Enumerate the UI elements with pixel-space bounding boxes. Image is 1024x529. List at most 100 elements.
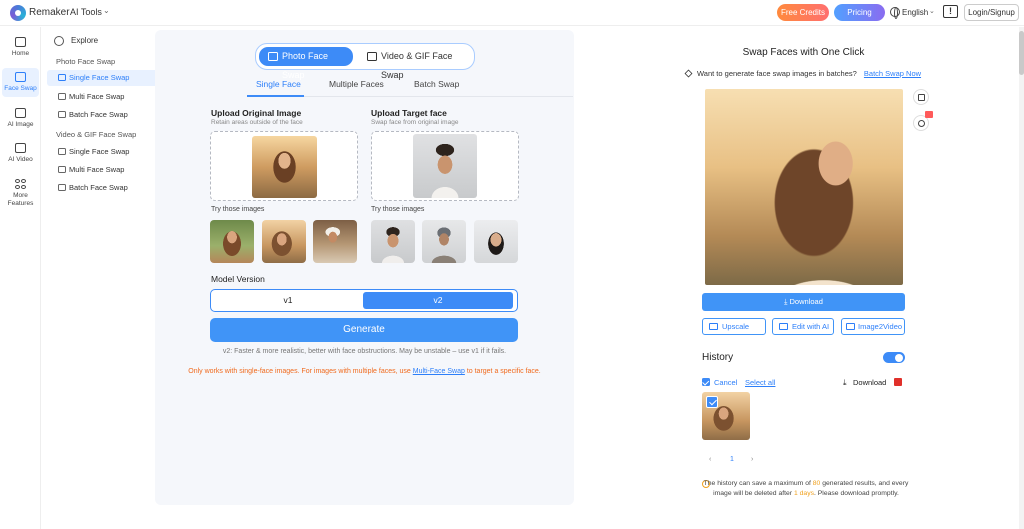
history-title: History [702, 352, 734, 363]
model-v2-option[interactable]: v2 [363, 292, 513, 309]
active-tab-indicator [247, 95, 304, 97]
face-icon [58, 74, 66, 81]
menu-item-label: Batch Face Swap [69, 110, 128, 119]
brand-name[interactable]: Remaker [29, 7, 70, 18]
multi-face-icon [58, 166, 66, 173]
history-select-checkbox[interactable] [702, 378, 710, 386]
generate-button[interactable]: Generate [210, 318, 518, 342]
tab-batch-swap[interactable]: Batch Swap [414, 79, 459, 89]
image2video-button[interactable]: Image2Video [841, 318, 905, 335]
rail-item-home[interactable]: Home [2, 37, 39, 63]
upscale-button[interactable]: Upscale [702, 318, 766, 335]
download-label: Download [789, 297, 823, 306]
compare-icon [918, 94, 925, 101]
sample-original-image[interactable] [313, 220, 357, 263]
result-title: Swap Faces with One Click [742, 47, 865, 58]
mode-label: Photo Face Swap [282, 51, 329, 80]
rail-item-face-swap[interactable]: Face Swap [2, 68, 39, 97]
history-toggle[interactable] [883, 352, 905, 363]
rail-label: AI Video [8, 156, 33, 163]
side-menu: Explore Photo Face Swap Single Face Swap… [42, 27, 187, 529]
download-result-button[interactable]: ⤓ Download [702, 293, 905, 311]
upload-target-subtitle: Swap face from original image [371, 119, 459, 126]
result-panel: Swap Faces with One Click Want to genera… [575, 27, 1024, 529]
model-version-label: Model Version [211, 274, 265, 284]
rail-item-ai-video[interactable]: AI Video [2, 143, 39, 167]
batch-icon [58, 184, 66, 191]
batch-swap-now-link[interactable]: Batch Swap Now [864, 69, 921, 78]
sample-target-face[interactable] [474, 220, 518, 263]
mode-label: Video & GIF Face Swap [381, 51, 453, 80]
info-text: . Please download promptly. [814, 489, 899, 497]
mode-switch: Photo Face Swap Video & GIF Face Swap [255, 43, 475, 80]
multi-face-icon [58, 93, 66, 100]
menu-item-label: Batch Face Swap [69, 183, 128, 192]
page-scrollbar[interactable] [1019, 27, 1024, 529]
video-icon [15, 143, 26, 153]
menu-item-label: Single Face Swap [69, 147, 130, 156]
tab-single-face[interactable]: Single Face [256, 79, 301, 89]
free-credits-button[interactable]: Free Credits [777, 4, 829, 21]
tab-multiple-faces[interactable]: Multiple Faces [329, 79, 384, 89]
upload-original-subtitle: Retain areas outside of the face [211, 119, 303, 126]
history-download-button[interactable]: ⤓ Download [843, 378, 886, 387]
language-selector[interactable]: English [902, 8, 928, 17]
result-image[interactable] [705, 89, 903, 285]
sample-original-image[interactable] [262, 220, 306, 263]
face-swap-editor: Photo Face Swap Video & GIF Face Swap Si… [155, 30, 574, 505]
warning-text: Only works with single-face images. For … [188, 368, 413, 375]
remaker-logo-icon[interactable] [10, 5, 26, 21]
history-thumbnail-checkbox[interactable] [706, 396, 718, 408]
batch-icon [58, 111, 66, 118]
photo-face-swap-mode-button[interactable]: Photo Face Swap [259, 47, 353, 80]
rail-item-more-features[interactable]: More Features [2, 179, 39, 209]
original-image-dropzone[interactable] [210, 131, 358, 201]
share-icon [918, 120, 925, 127]
chevron-down-icon[interactable]: ⌄ [103, 6, 110, 15]
edit-with-ai-label: Edit with AI [792, 322, 830, 331]
history-select-all-link[interactable]: Select all [745, 378, 775, 387]
target-face-dropzone[interactable] [371, 131, 519, 201]
pager-prev[interactable]: ‹ [709, 456, 711, 463]
rail-item-ai-image[interactable]: AI Image [2, 108, 39, 132]
sample-target-face[interactable] [371, 220, 415, 263]
left-icon-rail: Home Face Swap AI Image AI Video More Fe… [0, 27, 41, 529]
try-images-label: Try those images [371, 206, 425, 213]
ai-tools-menu[interactable]: AI Tools [70, 7, 102, 17]
trash-icon[interactable] [894, 378, 902, 386]
compass-icon [54, 36, 64, 46]
pager-current-page[interactable]: 1 [730, 456, 734, 463]
rail-label: Home [11, 50, 30, 57]
pricing-button[interactable]: Pricing [834, 4, 885, 21]
model-v1-option[interactable]: v1 [213, 292, 363, 309]
try-images-label: Try those images [211, 206, 265, 213]
model-note: v2: Faster & more realistic, better with… [222, 348, 507, 355]
multi-face-swap-link[interactable]: Multi-Face Swap [413, 368, 465, 375]
pager-next[interactable]: › [751, 456, 753, 463]
image2video-label: Image2Video [858, 322, 903, 331]
chevron-down-icon[interactable]: ⌄ [929, 7, 935, 15]
video-icon [846, 323, 855, 330]
history-download-label: Download [853, 378, 887, 387]
login-signup-button[interactable]: Login/Signup [964, 4, 1019, 21]
globe-icon[interactable] [890, 7, 900, 19]
swap-tabs: Single Face Multiple Faces Batch Swap [247, 79, 573, 97]
edit-with-ai-button[interactable]: Edit with AI [772, 318, 834, 335]
explore-link[interactable]: Explore [54, 36, 98, 46]
grid-icon [15, 179, 26, 189]
compare-tool-button[interactable] [913, 89, 929, 105]
top-header: Remaker AI Tools ⌄ Free Credits Pricing … [0, 0, 1024, 26]
single-face-warning: Only works with single-face images. For … [155, 368, 574, 375]
sample-target-face[interactable] [422, 220, 466, 263]
feedback-icon[interactable]: ! [943, 5, 958, 18]
sample-original-image[interactable] [210, 220, 254, 263]
menu-item-label: Single Face Swap [69, 73, 130, 82]
face-swap-icon [15, 72, 26, 82]
image-icon [268, 52, 278, 61]
menu-item-label: Multi Face Swap [69, 92, 125, 101]
scrollbar-thumb[interactable] [1019, 31, 1024, 75]
video-gif-face-swap-mode-button[interactable]: Video & GIF Face Swap [358, 47, 470, 80]
gift-icon[interactable] [925, 111, 933, 118]
history-cancel-link[interactable]: Cancel [714, 378, 737, 387]
upload-target-title: Upload Target face [371, 108, 447, 118]
